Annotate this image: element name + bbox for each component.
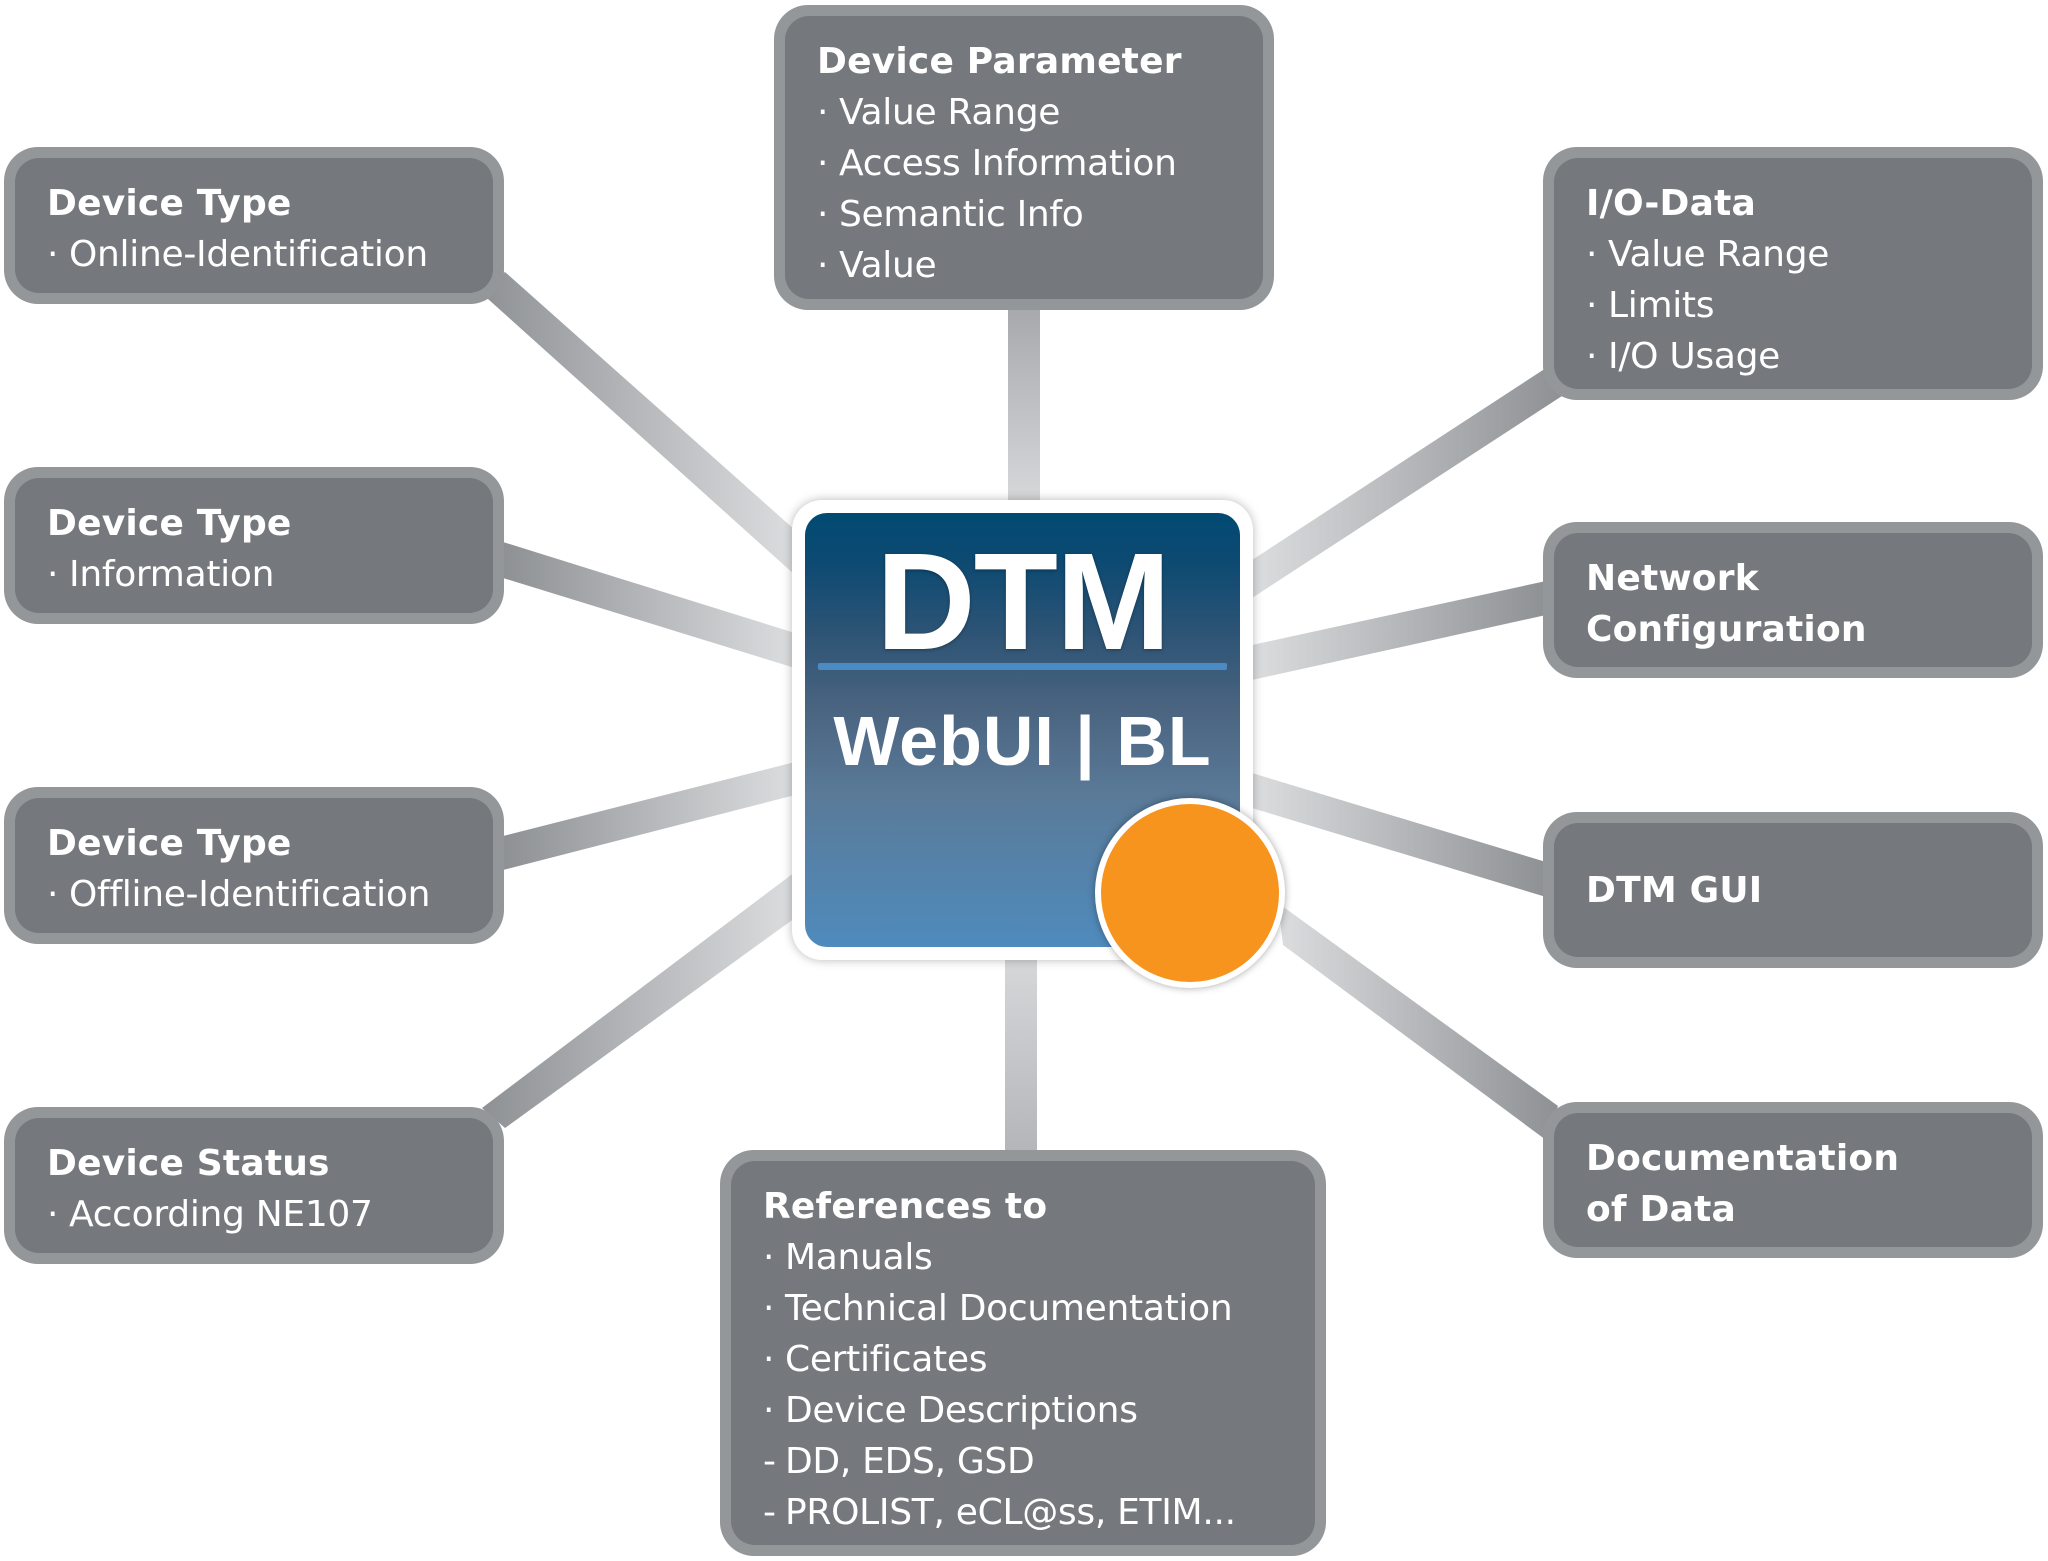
node-item-text: Value Range	[839, 92, 1061, 133]
node-item: · Semantic Info	[817, 189, 1233, 240]
connector-documentation-of-data	[1278, 903, 1558, 1140]
node-item: · Value	[817, 240, 1233, 291]
node-item-text: Value Range	[1608, 234, 1830, 275]
node-item-text: Semantic Info	[839, 194, 1084, 235]
node-references: References to · Manuals · Technical Docume…	[720, 1150, 1326, 1556]
node-title: Device Parameter	[817, 41, 1182, 82]
node-item-text: PROLIST, eCL@ss, ETIM...	[785, 1492, 1236, 1533]
bullet-icon: ·	[817, 194, 829, 235]
connector-device-parameter	[1008, 305, 1040, 505]
node-item-text: I/O Usage	[1608, 336, 1780, 377]
connector-device-type-information	[503, 542, 795, 668]
node-title: Device Type	[47, 823, 292, 864]
node-item: · Value Range	[1586, 229, 2002, 280]
node-item-text: Manuals	[785, 1237, 933, 1278]
dtm-subtitle: WebUI | BL	[833, 702, 1212, 780]
bullet-icon: ·	[1586, 336, 1598, 377]
node-item-text: Value	[839, 245, 937, 286]
node-device-parameter: Device Parameter · Value Range · Access In…	[774, 5, 1274, 310]
bullet-icon: ·	[763, 1339, 775, 1380]
node-title: References to	[763, 1186, 1048, 1227]
node-item: · Manuals	[763, 1232, 1285, 1283]
bullet-icon: ·	[817, 143, 829, 184]
bullet-icon: ·	[47, 1194, 59, 1235]
node-title: Documentation of Data	[1586, 1138, 1900, 1230]
node-item: · Access Information	[817, 138, 1233, 189]
dtm-title: DTM	[876, 525, 1171, 679]
node-item: · Value Range	[817, 87, 1233, 138]
node-item-text: Information	[69, 554, 275, 595]
node-title: Network Configuration	[1586, 558, 1867, 650]
bullet-icon: ·	[1586, 285, 1598, 326]
node-title: Device Type	[47, 503, 292, 544]
node-item: · According NE107	[47, 1189, 463, 1240]
orange-status-dot-icon	[1095, 798, 1285, 988]
node-item-text: Online-Identification	[69, 234, 428, 275]
node-item-text: Device Descriptions	[785, 1390, 1138, 1431]
node-item: · Certificates	[763, 1334, 1285, 1385]
node-device-type-online: Device Type · Online-Identification	[4, 147, 504, 304]
connector-network-configuration	[1252, 581, 1546, 680]
node-device-type-offline: Device Type · Offline-Identification	[4, 787, 504, 944]
connector-io-data	[1252, 368, 1562, 598]
node-device-status: Device Status · According NE107	[4, 1107, 504, 1264]
connector-device-type-offline	[503, 762, 795, 870]
node-dtm-gui: DTM GUI	[1543, 812, 2043, 968]
node-device-type-information: Device Type · Information	[4, 467, 504, 624]
node-documentation-of-data: Documentation of Data	[1543, 1102, 2043, 1258]
node-item-text: Access Information	[839, 143, 1177, 184]
node-io-data: I/O-Data · Value Range · Limits · I/O Usage	[1543, 147, 2043, 400]
bullet-icon: ·	[817, 92, 829, 133]
node-item: · Limits	[1586, 280, 2002, 331]
bullet-icon: ·	[763, 1390, 775, 1431]
node-item-text: Certificates	[785, 1339, 988, 1380]
node-item: - DD, EDS, GSD	[763, 1436, 1285, 1487]
connector-device-type-online	[478, 272, 795, 575]
dash-icon: -	[763, 1441, 776, 1482]
dash-icon: -	[763, 1492, 776, 1533]
dtm-divider	[818, 663, 1227, 670]
node-item-text: According NE107	[69, 1194, 373, 1235]
node-item: · I/O Usage	[1586, 331, 2002, 382]
bullet-icon: ·	[763, 1288, 775, 1329]
node-item: - PROLIST, eCL@ss, ETIM...	[763, 1487, 1285, 1538]
bullet-icon: ·	[817, 245, 829, 286]
bullet-icon: ·	[47, 234, 59, 275]
connector-dtm-gui	[1252, 773, 1546, 897]
connector-device-status	[482, 872, 795, 1128]
bullet-icon: ·	[763, 1237, 775, 1278]
node-title: DTM GUI	[1586, 869, 1763, 911]
node-title: Device Type	[47, 183, 292, 224]
node-network-configuration: Network Configuration	[1543, 522, 2043, 678]
node-item: · Offline-Identification	[47, 869, 463, 920]
bullet-icon: ·	[47, 874, 59, 915]
node-item: · Information	[47, 549, 463, 600]
node-title: I/O-Data	[1586, 183, 1757, 224]
node-item-text: Offline-Identification	[69, 874, 431, 915]
node-item-text: Limits	[1608, 285, 1715, 326]
connector-references	[1005, 955, 1037, 1155]
node-item-text: Technical Documentation	[785, 1288, 1233, 1329]
bullet-icon: ·	[47, 554, 59, 595]
node-item: · Online-Identification	[47, 229, 463, 280]
node-item: · Technical Documentation	[763, 1283, 1285, 1334]
node-item-text: DD, EDS, GSD	[785, 1441, 1035, 1482]
bullet-icon: ·	[1586, 234, 1598, 275]
node-item: · Device Descriptions	[763, 1385, 1285, 1436]
node-title: Device Status	[47, 1143, 330, 1184]
